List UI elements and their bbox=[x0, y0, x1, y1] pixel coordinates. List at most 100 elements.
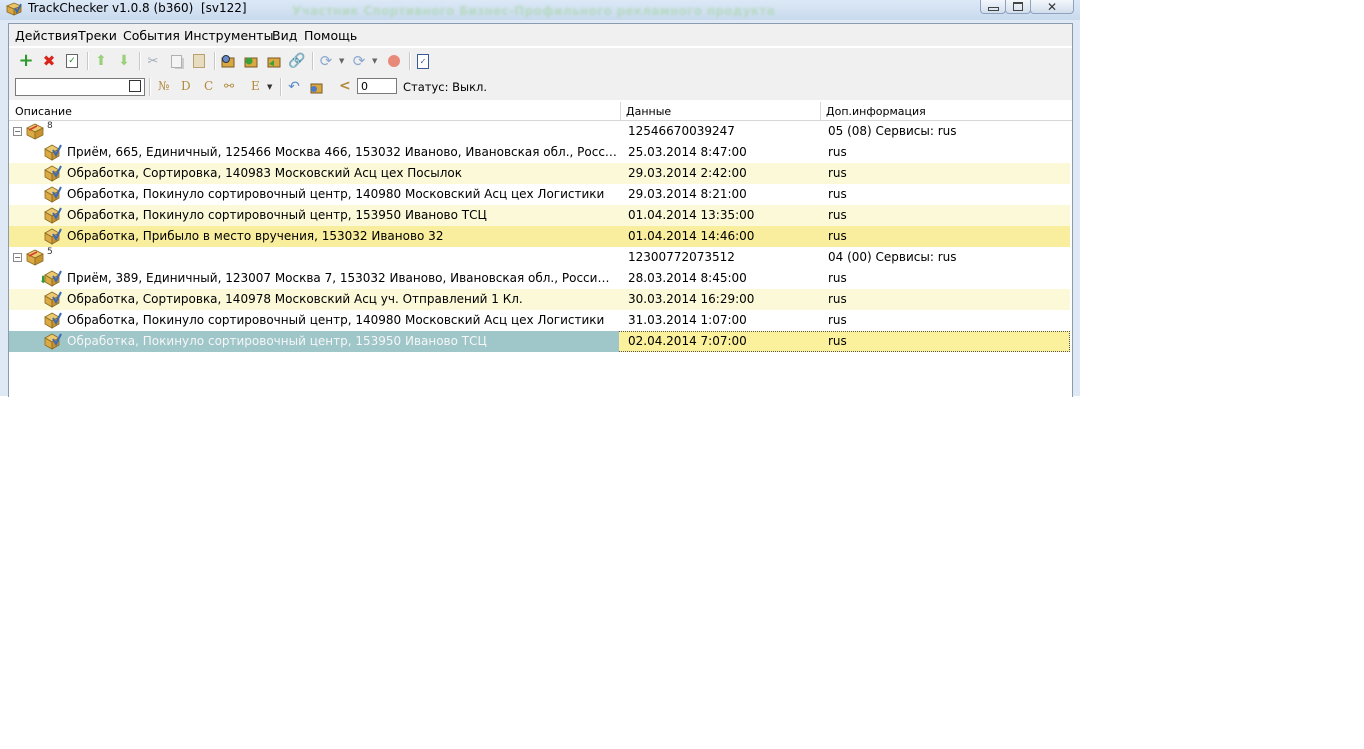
refresh-all-dropdown-icon[interactable]: ▼ bbox=[372, 57, 377, 65]
column-divider[interactable] bbox=[820, 102, 821, 120]
column-header-data[interactable]: Данные bbox=[626, 105, 671, 118]
package-filter-button[interactable] bbox=[307, 78, 325, 96]
refresh-button[interactable]: ⟳ bbox=[317, 52, 335, 70]
minimize-icon bbox=[987, 6, 999, 11]
toolbar-separator bbox=[87, 52, 89, 70]
app-icon bbox=[6, 2, 22, 16]
title-bar[interactable]: TrackChecker v1.0.8 (b360) [sv122] Участ… bbox=[0, 0, 1080, 20]
stop-button[interactable] bbox=[385, 52, 403, 70]
refresh-icon: ⟳ bbox=[319, 52, 333, 70]
search-input[interactable] bbox=[15, 78, 145, 96]
filter-dropdown-icon[interactable]: ▼ bbox=[267, 83, 272, 91]
check-all-button[interactable] bbox=[242, 52, 260, 70]
package-check-icon bbox=[44, 333, 62, 350]
menu-bar: Действия Треки События Инструменты Вид П… bbox=[9, 24, 1072, 46]
event-row[interactable]: Обработка, Прибыло в место вручения, 153… bbox=[9, 226, 1070, 247]
move-down-button[interactable]: ⬇ bbox=[115, 52, 133, 70]
plus-icon: + bbox=[18, 50, 34, 71]
track-number: 12546670039247 bbox=[628, 124, 735, 138]
cut-button[interactable]: ✂ bbox=[144, 52, 162, 70]
event-row[interactable]: Обработка, Сортировка, 140978 Московский… bbox=[9, 289, 1070, 310]
move-up-button[interactable]: ⬆ bbox=[92, 52, 110, 70]
check-selected-button[interactable] bbox=[219, 52, 237, 70]
menu-tracks[interactable]: Треки bbox=[78, 28, 117, 43]
collapse-icon[interactable]: − bbox=[13, 253, 22, 262]
arrow-up-icon: ⬆ bbox=[95, 53, 107, 69]
copy-button[interactable] bbox=[167, 52, 185, 70]
stop-icon bbox=[388, 55, 400, 67]
event-row[interactable]: Обработка, Покинуло сортировочный центр,… bbox=[9, 184, 1070, 205]
filter-d-button[interactable]: D bbox=[181, 79, 191, 93]
collapse-icon[interactable]: − bbox=[13, 127, 22, 136]
less-than-icon[interactable]: < bbox=[339, 78, 351, 94]
event-date: 30.03.2014 16:29:00 bbox=[628, 292, 755, 306]
delete-track-button[interactable]: ✖ bbox=[40, 52, 58, 70]
column-header-description[interactable]: Описание bbox=[15, 105, 72, 118]
filter-number-button[interactable]: № bbox=[158, 79, 169, 93]
minimize-button[interactable] bbox=[980, 0, 1006, 14]
event-date: 31.03.2014 1:07:00 bbox=[628, 313, 747, 327]
edit-track-button[interactable]: ✓ bbox=[63, 52, 81, 70]
event-row[interactable]: Приём, 665, Единичный, 125466 Москва 466… bbox=[9, 142, 1070, 163]
menu-view[interactable]: Вид bbox=[272, 28, 297, 43]
count-input[interactable]: 0 bbox=[357, 78, 397, 94]
event-info: rus bbox=[828, 208, 847, 222]
event-info: rus bbox=[828, 166, 847, 180]
filter-link-icon[interactable]: ⚯ bbox=[224, 79, 234, 93]
undo-filter-button[interactable]: ↶ bbox=[285, 78, 303, 96]
event-info: rus bbox=[828, 334, 847, 348]
package-refresh-icon bbox=[244, 57, 258, 68]
package-check-icon bbox=[44, 186, 62, 203]
event-info: rus bbox=[828, 229, 847, 243]
package-check-icon bbox=[44, 270, 62, 287]
track-group-row[interactable]: − 8 12546670039247 05 (08) Сервисы: rus bbox=[9, 121, 1070, 142]
menu-help[interactable]: Помощь bbox=[304, 28, 357, 43]
package-group-icon bbox=[26, 249, 44, 266]
track-group-row[interactable]: − 5 12300772073512 04 (00) Сервисы: rus bbox=[9, 247, 1070, 268]
delete-icon: ✖ bbox=[42, 52, 56, 70]
event-row[interactable]: Обработка, Покинуло сортировочный центр,… bbox=[9, 205, 1070, 226]
menu-events[interactable]: События bbox=[123, 28, 180, 43]
add-track-button[interactable]: + bbox=[17, 52, 35, 70]
close-button[interactable]: ✕ bbox=[1030, 0, 1074, 14]
event-date: 01.04.2014 14:46:00 bbox=[628, 229, 755, 243]
link-button[interactable]: 🔗 bbox=[288, 52, 306, 70]
refresh-all-button[interactable]: ⟳ bbox=[350, 52, 368, 70]
event-row[interactable]: Обработка, Покинуло сортировочный центр,… bbox=[9, 331, 1070, 352]
color-picker[interactable] bbox=[129, 80, 141, 92]
toolbar-separator bbox=[409, 52, 411, 70]
maximize-icon bbox=[1013, 2, 1023, 11]
event-date: 02.04.2014 7:07:00 bbox=[628, 334, 747, 348]
package-search-icon bbox=[221, 55, 235, 68]
package-check-icon bbox=[44, 228, 62, 245]
arrow-down-icon: ⬇ bbox=[118, 53, 130, 69]
paste-button[interactable] bbox=[190, 52, 208, 70]
toolbar-separator bbox=[280, 78, 282, 96]
check-new-button[interactable] bbox=[265, 52, 283, 70]
event-description: Обработка, Покинуло сортировочный центр,… bbox=[67, 313, 605, 327]
column-header-info[interactable]: Доп.информация bbox=[826, 105, 926, 118]
window-title-ghost: Участник Спортивного Бизнес-Профильного … bbox=[292, 4, 775, 18]
event-row[interactable]: ⬇ Приём, 389, Единичный, 123007 Москва 7,… bbox=[9, 268, 1070, 289]
event-description: Обработка, Сортировка, 140978 Московский… bbox=[67, 292, 523, 306]
link-icon: 🔗 bbox=[288, 53, 306, 69]
client-area: Действия Треки События Инструменты Вид П… bbox=[8, 23, 1073, 397]
menu-actions[interactable]: Действия bbox=[15, 28, 78, 43]
column-divider[interactable] bbox=[620, 102, 621, 120]
report-icon: ✓ bbox=[417, 53, 429, 69]
filter-e-button[interactable]: E bbox=[251, 79, 260, 93]
menu-tools[interactable]: Инструменты bbox=[184, 28, 273, 43]
clipboard-icon bbox=[193, 54, 205, 68]
refresh-dropdown-icon[interactable]: ▼ bbox=[339, 57, 344, 65]
maximize-button[interactable] bbox=[1005, 0, 1031, 14]
event-date: 29.03.2014 2:42:00 bbox=[628, 166, 747, 180]
event-date: 29.03.2014 8:21:00 bbox=[628, 187, 747, 201]
filter-c-button[interactable]: C bbox=[204, 79, 213, 93]
toolbar-separator bbox=[312, 52, 314, 70]
event-info: rus bbox=[828, 145, 847, 159]
track-number: 12300772073512 bbox=[628, 250, 735, 264]
report-button[interactable]: ✓ bbox=[414, 52, 432, 70]
event-row[interactable]: Обработка, Покинуло сортировочный центр,… bbox=[9, 310, 1070, 331]
event-row[interactable]: Обработка, Сортировка, 140983 Московский… bbox=[9, 163, 1070, 184]
event-count: 8 bbox=[47, 121, 53, 131]
